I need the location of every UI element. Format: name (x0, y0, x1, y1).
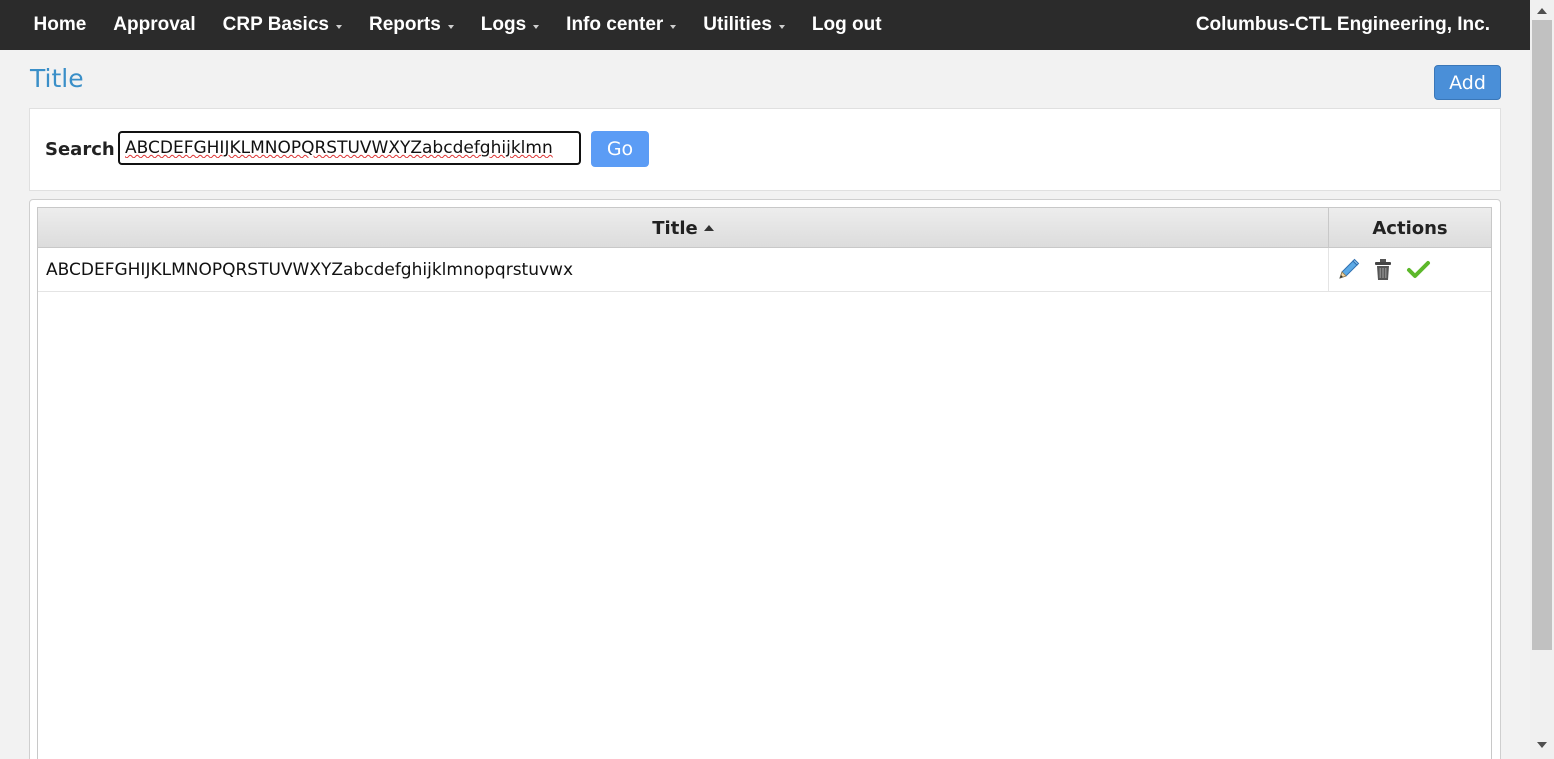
nav-home[interactable]: Home (20, 14, 100, 36)
nav-crp-basics[interactable]: CRP Basics (209, 14, 355, 36)
scroll-thumb[interactable] (1532, 20, 1552, 650)
pencil-icon[interactable] (1335, 257, 1361, 283)
column-header-title[interactable]: Title (38, 208, 1329, 248)
go-button[interactable]: Go (591, 131, 649, 167)
page-title: Title (30, 64, 84, 93)
nav-reports[interactable]: Reports (355, 14, 467, 36)
caret-down-icon (778, 24, 785, 29)
table-row: ABCDEFGHIJKLMNOPQRSTUVWXYZabcdefghijklmn… (38, 248, 1491, 292)
caret-down-icon (533, 24, 540, 29)
search-input[interactable] (118, 131, 581, 165)
scroll-down-arrow-icon[interactable] (1537, 742, 1547, 748)
nav-log-out[interactable]: Log out (798, 14, 895, 36)
nav-menu: Home Approval CRP Basics Reports Logs In… (20, 0, 895, 50)
grid-header: Title Actions (38, 208, 1491, 248)
nav-approval[interactable]: Approval (100, 14, 209, 36)
caret-down-icon (447, 24, 454, 29)
nav-utilities[interactable]: Utilities (690, 14, 799, 36)
check-icon[interactable] (1405, 257, 1431, 283)
column-header-actions: Actions (1372, 217, 1448, 239)
search-panel: Search Go (29, 108, 1501, 191)
row-actions-cell (1329, 248, 1491, 292)
top-navbar: Home Approval CRP Basics Reports Logs In… (0, 0, 1530, 50)
row-title-cell: ABCDEFGHIJKLMNOPQRSTUVWXYZabcdefghijklmn… (38, 248, 1329, 292)
trash-icon[interactable] (1370, 257, 1396, 283)
nav-info-center[interactable]: Info center (553, 14, 690, 36)
sort-ascending-icon (703, 225, 714, 231)
nav-logs[interactable]: Logs (467, 14, 552, 36)
results-grid: Title Actions ABCDEFGHIJKLMNOPQRSTUVWXYZ… (37, 207, 1492, 759)
caret-down-icon (335, 24, 342, 29)
caret-down-icon (670, 24, 677, 29)
company-name: CTL Engineering, Inc. (1295, 14, 1490, 35)
results-panel: Title Actions ABCDEFGHIJKLMNOPQRSTUVWXYZ… (29, 199, 1501, 759)
search-label: Search (45, 139, 115, 160)
add-button[interactable]: Add (1434, 65, 1501, 100)
location-name: Columbus (1195, 14, 1289, 35)
vertical-scrollbar[interactable] (1530, 0, 1554, 759)
scroll-up-arrow-icon[interactable] (1537, 8, 1547, 14)
org-location-label: Columbus - CTL Engineering, Inc. (1196, 0, 1490, 50)
